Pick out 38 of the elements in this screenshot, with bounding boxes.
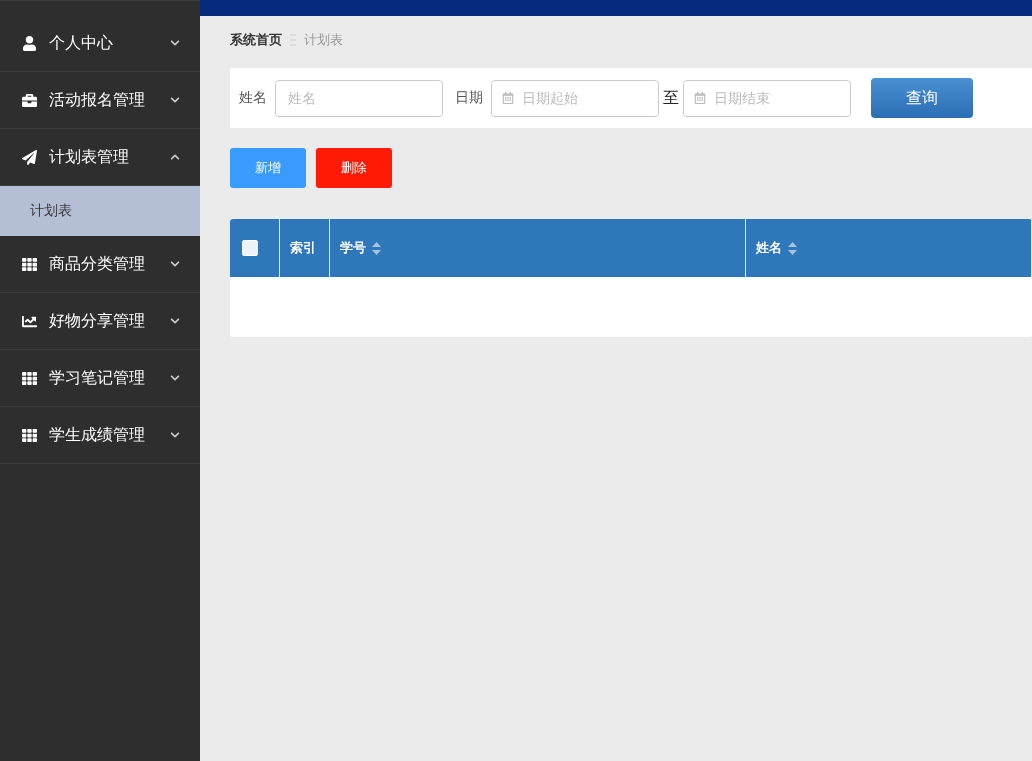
chevron-down-icon [170,430,180,440]
menu-item[interactable]: 活动报名管理 [0,72,200,129]
start-date-field[interactable]: 日期起始 [491,79,659,117]
menu-item[interactable]: 好物分享管理 [0,293,200,350]
grid-icon [22,256,37,272]
submenu-item[interactable]: 计划表 [0,186,200,236]
breadcrumb-item[interactable]: 系统首页 [230,31,282,49]
delete-button[interactable]: 删除 [316,148,392,188]
menu-item[interactable]: 学生成绩管理 [0,407,200,464]
menu-item[interactable]: 商品分类管理 [0,236,200,293]
sort-icon[interactable] [788,241,797,255]
range-separator: 至 [663,87,679,109]
calendar-icon [694,91,706,104]
column-header[interactable]: 索引 [280,219,330,277]
briefcase-icon [22,92,37,108]
grid-icon [22,370,37,386]
end-date-field[interactable]: 日期结束 [683,79,851,117]
paper-plane-icon [22,149,37,165]
field-label: 姓名 [239,89,267,107]
field-label: 日期 [455,89,483,107]
grid-icon [22,427,37,443]
chevron-down-icon [170,38,180,48]
select-all-checkbox[interactable] [242,240,258,256]
name-field[interactable]: 姓名 [275,79,443,117]
chevron-down-icon [170,316,180,326]
user-icon [22,35,37,51]
chevron-down-icon [170,259,180,269]
menu-item[interactable]: 学习笔记管理 [0,350,200,407]
chevron-down-icon [170,95,180,105]
sort-icon[interactable] [372,241,381,255]
column-header[interactable]: 姓名 [746,219,1032,277]
column-header[interactable]: 学号 [330,219,746,277]
menu-item[interactable]: 个人中心 [0,15,200,72]
chart-icon [22,313,37,329]
chevron-down-icon [170,373,180,383]
query-button[interactable]: 查询 [871,78,973,118]
calendar-icon [502,91,514,104]
chevron-up-icon [170,152,180,162]
